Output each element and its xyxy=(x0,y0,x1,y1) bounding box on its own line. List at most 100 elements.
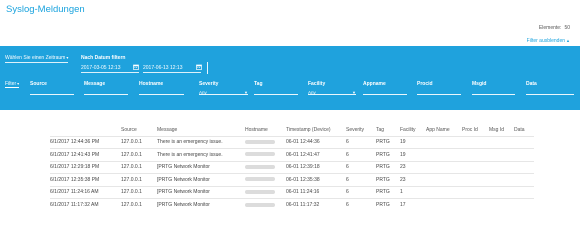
cell-timestamp: 06-01 11:24:16 xyxy=(286,185,346,199)
filter-source-label: Source xyxy=(30,81,47,87)
cell-source: 127.0.0.1 xyxy=(121,173,157,186)
chevron-down-icon: ▾ xyxy=(66,55,69,60)
filter-data-input[interactable] xyxy=(526,90,574,95)
cell-msgid xyxy=(489,198,514,211)
cell-source: 127.0.0.1 xyxy=(121,185,157,199)
column-header-tag[interactable]: Tag xyxy=(376,124,400,136)
filter-menu-link[interactable]: Filter▾ xyxy=(5,81,20,88)
filter-message-input[interactable] xyxy=(84,90,128,95)
redacted-hostname xyxy=(245,139,275,144)
cell-date: 6/1/2017 11:17:32 AM xyxy=(50,198,121,211)
cell-tag: PRTG xyxy=(376,148,400,161)
table-row[interactable]: 6/1/2017 12:29:18 PM 127.0.0.1 [PRTG Net… xyxy=(50,160,534,174)
time-range-select[interactable]: Wählen Sie einen Zeitraum▾ xyxy=(5,55,69,63)
cell-message: [PRTG Network Monitor xyxy=(157,198,245,211)
cell-data xyxy=(514,160,534,174)
filter-source-input[interactable] xyxy=(30,90,74,95)
cell-data xyxy=(514,173,534,186)
column-header-procid[interactable]: Proc Id xyxy=(462,124,489,136)
filter-hostname-input[interactable] xyxy=(139,90,184,95)
element-count: Elemente: 50 xyxy=(539,25,570,31)
chevron-up-icon: ▲ xyxy=(566,38,570,43)
cell-msgid xyxy=(489,148,514,161)
calendar-icon[interactable] xyxy=(133,64,139,70)
column-header-facility[interactable]: Facility xyxy=(400,124,426,136)
filter-facility-select[interactable]: Any ▼ xyxy=(308,90,356,95)
cell-appname xyxy=(426,198,462,211)
filter-procid-input[interactable] xyxy=(417,90,461,95)
cell-tag: PRTG xyxy=(376,135,400,149)
cell-appname xyxy=(426,185,462,199)
cell-msgid xyxy=(489,160,514,174)
cell-data xyxy=(514,135,534,149)
table-row[interactable]: 6/1/2017 11:17:32 AM 127.0.0.1 [PRTG Net… xyxy=(50,198,534,211)
cell-data xyxy=(514,198,534,211)
cell-source: 127.0.0.1 xyxy=(121,148,157,161)
cell-severity: 6 xyxy=(346,160,376,174)
cell-msgid xyxy=(489,135,514,149)
filter-severity-value: Any xyxy=(199,90,207,95)
cell-severity: 6 xyxy=(346,185,376,199)
time-range-label: Wählen Sie einen Zeitraum xyxy=(5,55,66,61)
column-header-msgid[interactable]: Msg Id xyxy=(489,124,514,136)
cell-procid xyxy=(462,173,489,186)
table-row[interactable]: 6/1/2017 12:41:43 PM 127.0.0.1 There is … xyxy=(50,148,534,161)
redacted-hostname xyxy=(245,202,275,207)
cell-procid xyxy=(462,198,489,211)
caret-down-icon: ▼ xyxy=(244,90,248,95)
filter-procid-label: Procid xyxy=(417,81,433,87)
cell-timestamp: 06-01 12:41:47 xyxy=(286,148,346,161)
table-row[interactable]: 6/1/2017 12:35:38 PM 127.0.0.1 [PRTG Net… xyxy=(50,173,534,186)
filter-appname: Appname xyxy=(363,81,407,95)
filter-divider xyxy=(207,62,208,74)
filter-hostname-label: Hostname xyxy=(139,81,164,87)
cell-procid xyxy=(462,135,489,149)
cell-facility: 23 xyxy=(400,173,426,186)
filter-msgid: Msgid xyxy=(472,81,515,95)
cell-appname xyxy=(426,173,462,186)
column-header-appname[interactable]: App Name xyxy=(426,124,462,136)
column-header-hostname[interactable]: Hostname xyxy=(245,124,286,136)
filter-facility-label: Facility xyxy=(308,81,326,87)
filter-source: Source xyxy=(30,81,74,95)
filter-panel: Wählen Sie einen Zeitraum▾ Nach Datum fi… xyxy=(0,46,580,110)
filter-msgid-input[interactable] xyxy=(472,90,515,95)
cell-facility: 1 xyxy=(400,185,426,199)
column-header-message[interactable]: Message xyxy=(157,124,245,136)
filter-appname-input[interactable] xyxy=(363,90,407,95)
cell-msgid xyxy=(489,173,514,186)
calendar-icon[interactable] xyxy=(196,64,202,70)
date-filter-label: Nach Datum filtern xyxy=(81,55,126,61)
cell-timestamp: 06-01 11:17:32 xyxy=(286,198,346,211)
cell-hostname xyxy=(245,160,286,174)
filter-tag: Tag xyxy=(254,81,298,95)
cell-facility: 23 xyxy=(400,160,426,174)
filter-severity-select[interactable]: Any ▼ xyxy=(199,90,248,95)
cell-appname xyxy=(426,148,462,161)
column-header-source[interactable]: Source xyxy=(121,124,157,136)
cell-procid xyxy=(462,148,489,161)
cell-date: 6/1/2017 11:24:16 AM xyxy=(50,185,121,199)
column-header-timestamp[interactable]: Timestamp (Device) xyxy=(286,124,346,136)
cell-message: There is an emergency issue. xyxy=(157,148,245,161)
cell-tag: PRTG xyxy=(376,173,400,186)
cell-hostname xyxy=(245,135,286,149)
filter-tag-label: Tag xyxy=(254,81,263,87)
column-header-severity[interactable]: Severity xyxy=(346,124,376,136)
cell-procid xyxy=(462,185,489,199)
hide-filter-link[interactable]: Filter ausblenden▲ xyxy=(527,38,570,44)
date-from-input[interactable]: 2017-03-05 12:13 xyxy=(81,64,139,73)
column-header-date[interactable] xyxy=(50,124,121,136)
table-row[interactable]: 6/1/2017 12:44:36 PM 127.0.0.1 There is … xyxy=(50,135,534,149)
cell-source: 127.0.0.1 xyxy=(121,135,157,149)
filter-message-label: Message xyxy=(84,81,106,87)
cell-message: There is an emergency issue. xyxy=(157,135,245,149)
table-row[interactable]: 6/1/2017 11:24:16 AM 127.0.0.1 [PRTG Net… xyxy=(50,185,534,199)
date-to-input[interactable]: 2017-06-13 12:13 xyxy=(143,64,201,73)
filter-tag-input[interactable] xyxy=(254,90,298,95)
column-header-data[interactable]: Data xyxy=(514,124,534,136)
cell-tag: PRTG xyxy=(376,198,400,211)
cell-facility: 17 xyxy=(400,198,426,211)
cell-procid xyxy=(462,160,489,174)
element-count-value: 50 xyxy=(564,25,570,31)
